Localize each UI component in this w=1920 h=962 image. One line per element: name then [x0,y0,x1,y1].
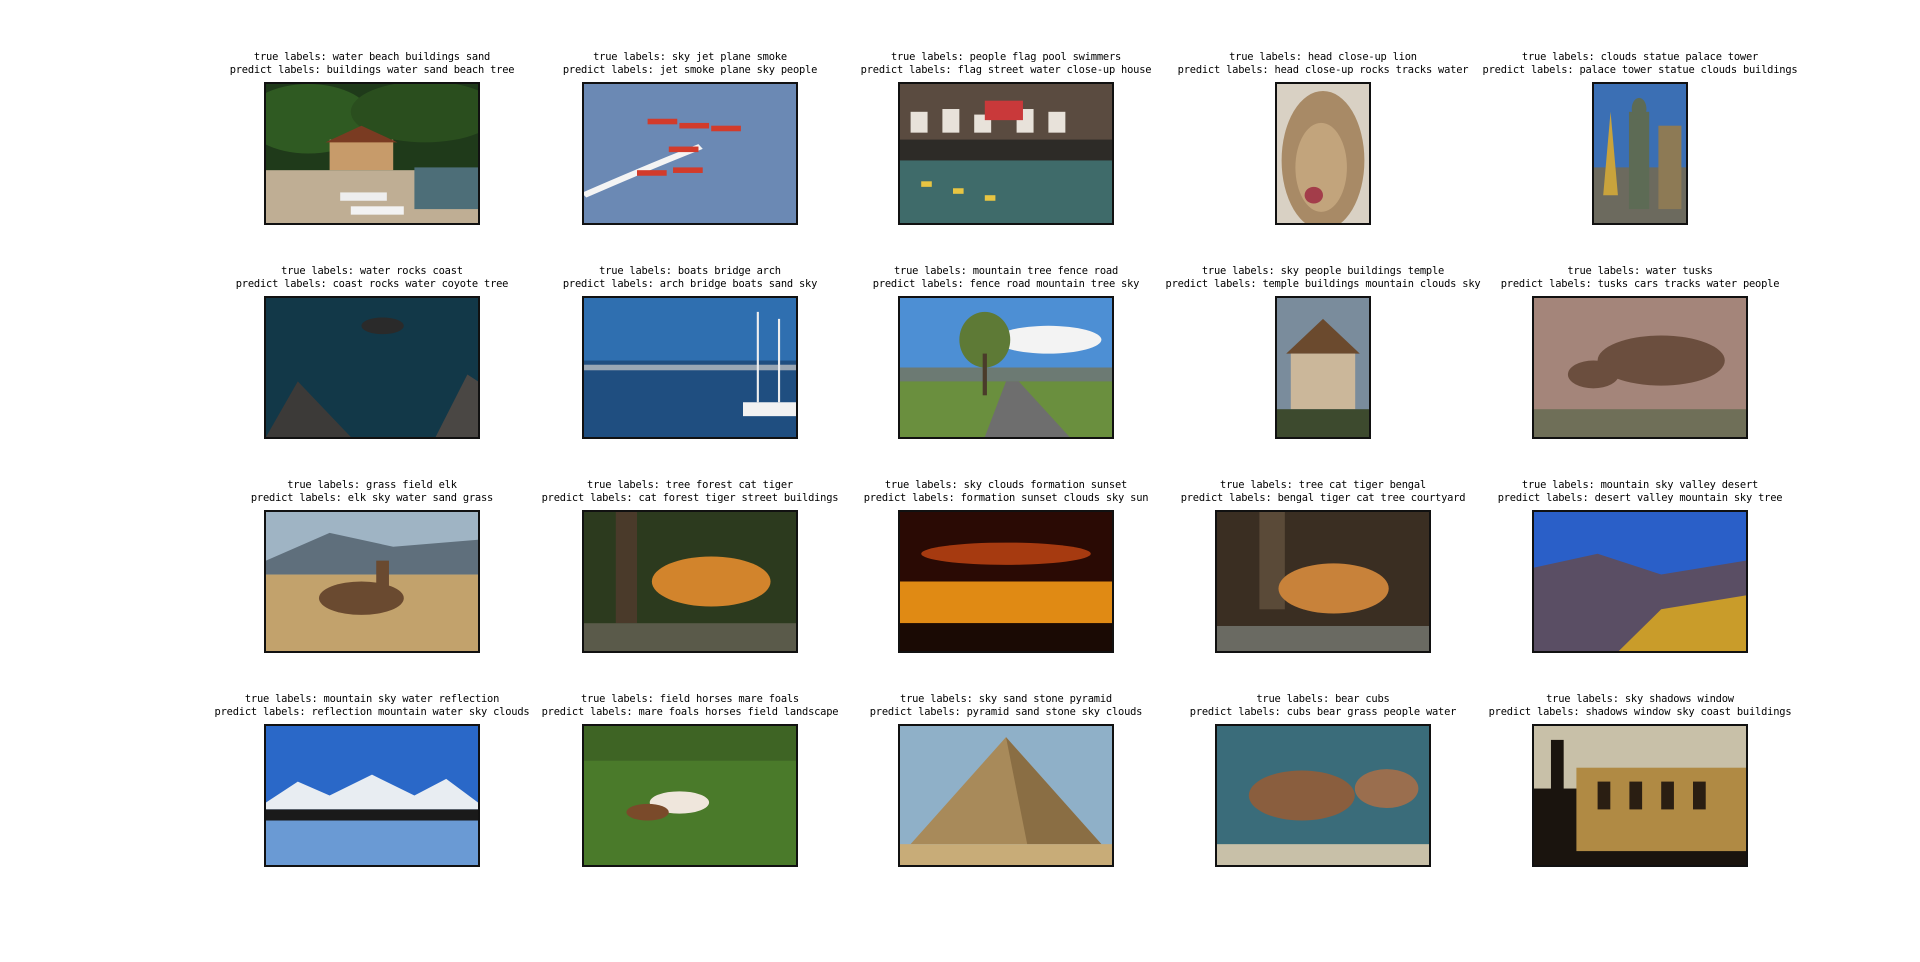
beach-scene-photo [264,82,480,225]
bengal-tiger-photo [1215,510,1431,653]
mountain-reflection-photo [264,724,480,867]
predict-labels-text: predict labels: palace tower statue clou… [1482,64,1798,76]
panel-caption: true labels: tree cat tiger bengal predic… [1153,479,1493,505]
true-labels-text: true labels: mountain sky water reflecti… [244,693,500,705]
panel-caption: true labels: water beach buildings sand p… [202,51,542,77]
predict-labels-text: predict labels: mare foals horses field … [541,706,839,718]
predict-labels-text: predict labels: reflection mountain wate… [214,706,530,718]
true-labels-text: true labels: tree forest cat tiger [587,479,793,491]
true-labels-text: true labels: field horses mare foals [580,693,799,705]
panel-caption: true labels: people flag pool swimmers pr… [836,51,1176,77]
true-labels-text: true labels: people flag pool swimmers [890,51,1122,63]
boats-bridge-photo [582,296,798,439]
bear-cubs-photo [1215,724,1431,867]
predict-labels-text: predict labels: bengal tiger cat tree co… [1180,492,1466,504]
lion-head-photo [1275,82,1371,225]
panel-caption: true labels: bear cubs predict labels: cu… [1153,693,1493,719]
pyramid-photo [898,724,1114,867]
sunset-clouds-photo [898,510,1114,653]
predict-labels-text: predict labels: jet smoke plane sky peop… [562,64,818,76]
building-shadows-photo [1532,724,1748,867]
predict-labels-text: predict labels: flag street water close-… [860,64,1152,76]
true-labels-text: true labels: boats bridge arch [599,265,781,277]
predict-labels-text: predict labels: desert valley mountain s… [1497,492,1783,504]
predict-labels-text: predict labels: head close-up rocks trac… [1177,64,1469,76]
true-labels-text: true labels: mountain sky valley desert [1521,479,1759,491]
temple-photo [1275,296,1371,439]
true-labels-text: true labels: sky clouds formation sunset [884,479,1128,491]
panel-caption: true labels: mountain sky valley desert p… [1470,479,1810,505]
true-labels-text: true labels: tree cat tiger bengal [1220,479,1426,491]
true-labels-text: true labels: sky people buildings temple [1201,265,1445,277]
panel-caption: true labels: sky shadows window predict l… [1470,693,1810,719]
panel-caption: true labels: boats bridge arch predict la… [520,265,860,291]
panel-caption: true labels: water rocks coast predict la… [202,265,542,291]
rocky-coast-photo [264,296,480,439]
tiger-forest-photo [582,510,798,653]
predict-labels-text: predict labels: shadows window sky coast… [1488,706,1792,718]
figure-grid: true labels: water beach buildings sand p… [0,0,1920,962]
panel-caption: true labels: water tusks predict labels: … [1470,265,1810,291]
true-labels-text: true labels: water rocks coast [281,265,463,277]
predict-labels-text: predict labels: formation sunset clouds … [863,492,1149,504]
predict-labels-text: predict labels: coast rocks water coyote… [235,278,509,290]
true-labels-text: true labels: clouds statue palace tower [1521,51,1759,63]
panel-caption: true labels: mountain tree fence road pre… [836,265,1176,291]
desert-valley-photo [1532,510,1748,653]
panel-caption: true labels: grass field elk predict labe… [202,479,542,505]
jets-in-sky-photo [582,82,798,225]
predict-labels-text: predict labels: temple buildings mountai… [1165,278,1481,290]
true-labels-text: true labels: head close-up lion [1229,51,1417,63]
palace-statue-photo [1592,82,1688,225]
predict-labels-text: predict labels: cat forest tiger street … [541,492,839,504]
true-labels-text: true labels: mountain tree fence road [893,265,1119,277]
predict-labels-text: predict labels: buildings water sand bea… [229,64,515,76]
warthog-photo [1532,296,1748,439]
horses-field-photo [582,724,798,867]
panel-caption: true labels: sky sand stone pyramid predi… [836,693,1176,719]
country-road-photo [898,296,1114,439]
panel-caption: true labels: sky people buildings temple… [1153,265,1493,291]
true-labels-text: true labels: sky shadows window [1546,693,1734,705]
predict-labels-text: predict labels: pyramid sand stone sky c… [869,706,1143,718]
true-labels-text: true labels: grass field elk [287,479,457,491]
panel-caption: true labels: sky jet plane smoke predict … [520,51,860,77]
panel-caption: true labels: tree forest cat tiger predic… [520,479,860,505]
true-labels-text: true labels: water beach buildings sand [253,51,491,63]
predict-labels-text: predict labels: cubs bear grass people w… [1189,706,1457,718]
true-labels-text: true labels: water tusks [1567,265,1713,277]
panel-caption: true labels: sky clouds formation sunset… [836,479,1176,505]
predict-labels-text: predict labels: elk sky water sand grass [250,492,494,504]
panel-caption: true labels: head close-up lion predict l… [1153,51,1493,77]
elk-field-photo [264,510,480,653]
predict-labels-text: predict labels: arch bridge boats sand s… [562,278,818,290]
true-labels-text: true labels: sky jet plane smoke [593,51,787,63]
true-labels-text: true labels: sky sand stone pyramid [900,693,1112,705]
predict-labels-text: predict labels: tusks cars tracks water … [1500,278,1780,290]
panel-caption: true labels: field horses mare foals pred… [520,693,860,719]
panel-caption: true labels: clouds statue palace tower p… [1470,51,1810,77]
true-labels-text: true labels: bear cubs [1256,693,1390,705]
pool-swimmers-photo [898,82,1114,225]
panel-caption: true labels: mountain sky water reflecti… [202,693,542,719]
predict-labels-text: predict labels: fence road mountain tree… [872,278,1140,290]
